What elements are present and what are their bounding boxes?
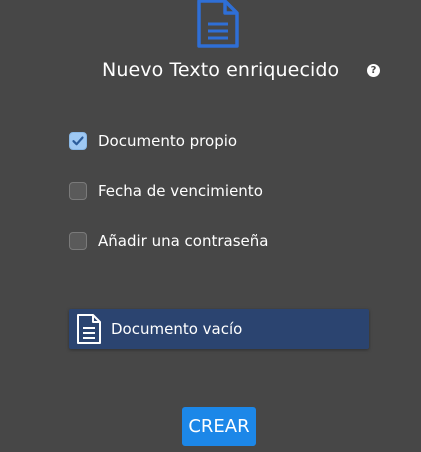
option-fecha-de-vencimiento[interactable]: Fecha de vencimiento (69, 180, 263, 202)
checkbox-fecha-de-vencimiento[interactable] (69, 182, 87, 200)
dialog-title: Nuevo Texto enriquecido (102, 59, 340, 81)
option-label: Documento propio (98, 132, 238, 150)
option-anadir-contrasena[interactable]: Añadir una contraseña (69, 230, 268, 252)
document-icon (77, 314, 101, 344)
document-header-icon (197, 0, 239, 48)
checkmark-icon (72, 136, 84, 146)
option-documento-propio[interactable]: Documento propio (69, 130, 237, 152)
template-documento-vacio[interactable]: Documento vacío (69, 309, 369, 349)
option-label: Fecha de vencimiento (98, 182, 263, 200)
checkbox-documento-propio[interactable] (69, 132, 87, 150)
option-label: Añadir una contraseña (98, 232, 269, 250)
help-icon[interactable]: ? (367, 64, 380, 77)
template-label: Documento vacío (111, 320, 243, 338)
checkbox-anadir-contrasena[interactable] (69, 232, 87, 250)
create-button[interactable]: CREAR (182, 407, 256, 446)
